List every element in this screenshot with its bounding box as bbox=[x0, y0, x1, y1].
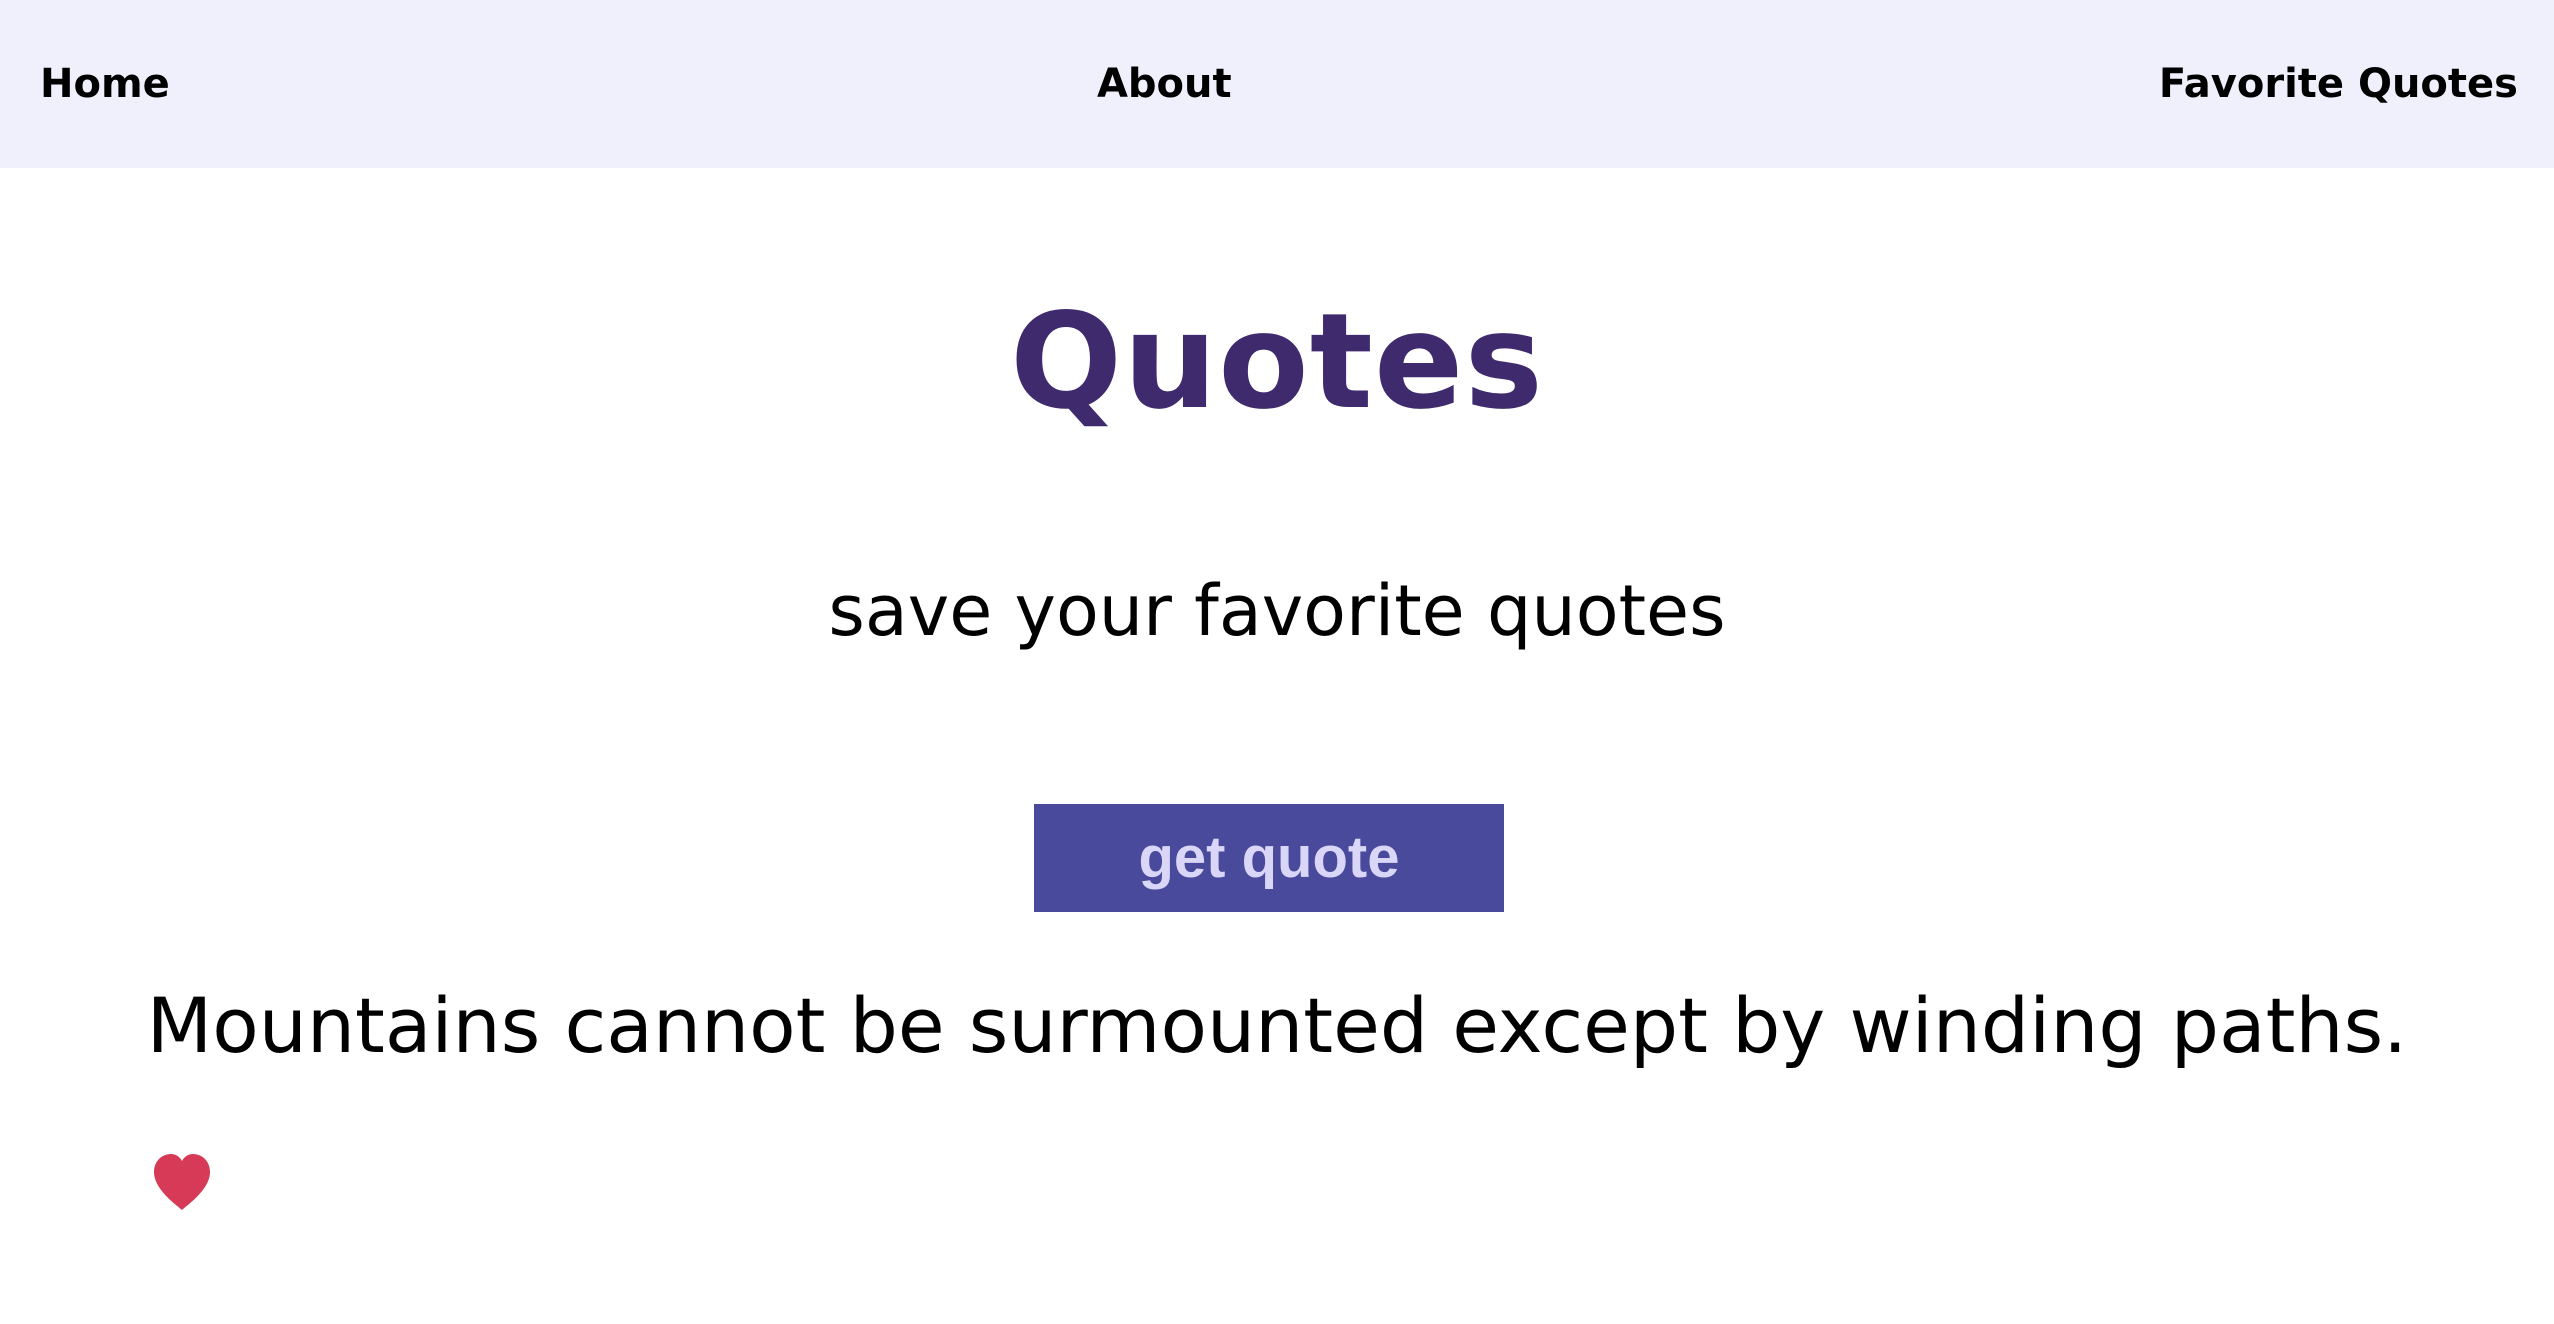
quote-text: Mountains cannot be surmounted except by… bbox=[146, 981, 2408, 1070]
page-title: Quotes bbox=[1009, 285, 1545, 439]
top-navbar: Home About Favorite Quotes bbox=[0, 0, 2554, 168]
page-subtitle: save your favorite quotes bbox=[828, 570, 1726, 652]
nav-link-about[interactable]: About bbox=[1097, 61, 1232, 107]
nav-link-home[interactable]: Home bbox=[40, 61, 170, 107]
get-quote-button[interactable]: get quote bbox=[1034, 804, 1504, 912]
favorite-heart-button[interactable] bbox=[150, 1152, 214, 1212]
heart-icon bbox=[154, 1154, 210, 1210]
page: Home About Favorite Quotes Quotes save y… bbox=[0, 0, 2554, 1324]
nav-link-favorite-quotes[interactable]: Favorite Quotes bbox=[2159, 61, 2518, 107]
